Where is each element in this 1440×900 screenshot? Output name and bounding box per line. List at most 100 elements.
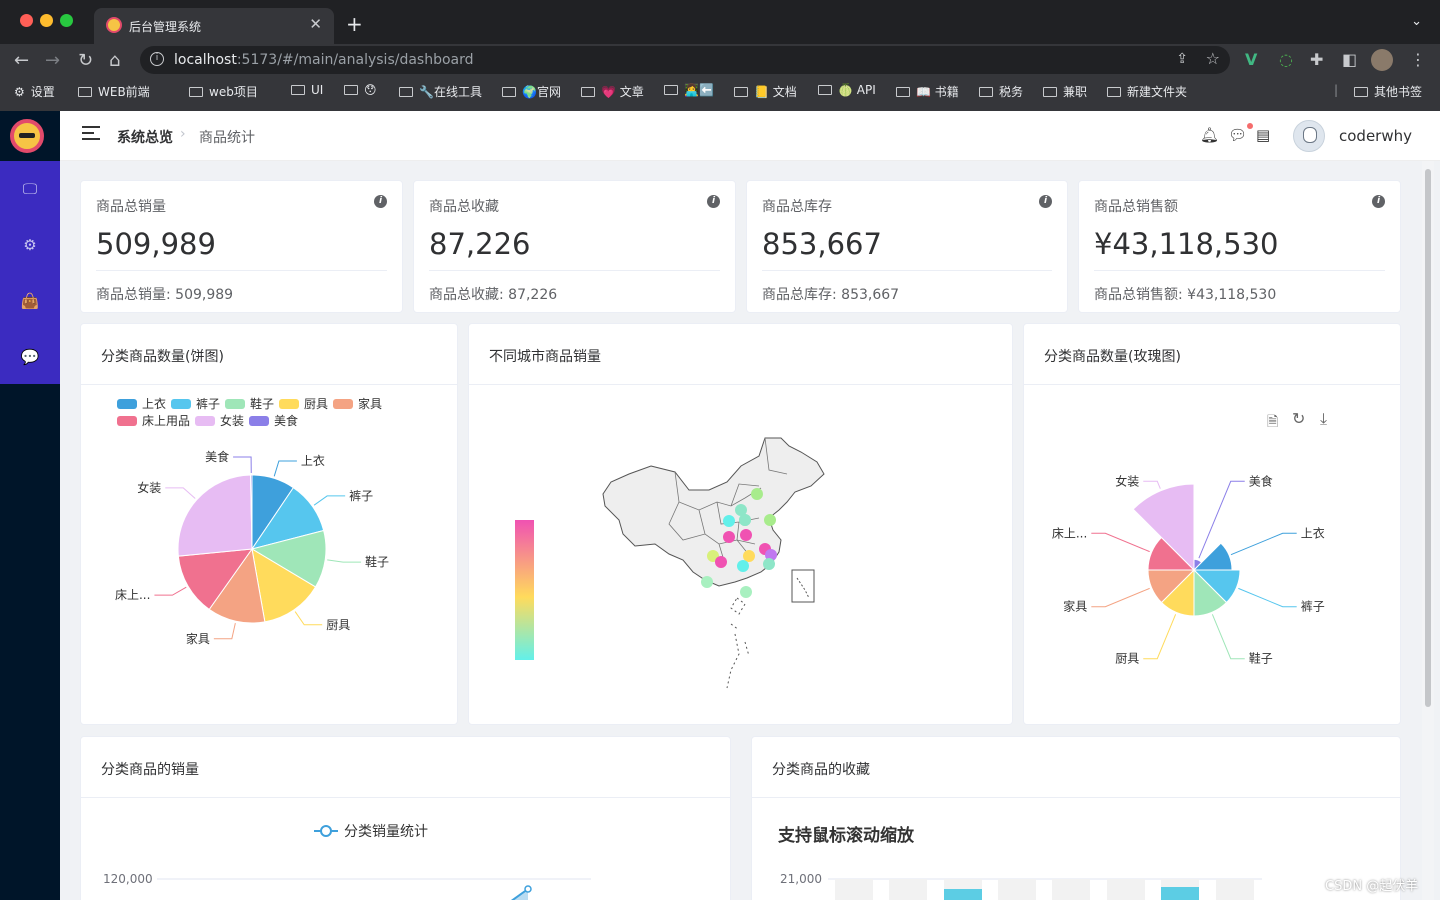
profile-avatar-icon[interactable]: [1371, 49, 1393, 71]
avatar[interactable]: [1293, 120, 1325, 152]
sidebar-item-overview[interactable]: 🖵: [0, 169, 60, 209]
bookmark-folder[interactable]: WEB前端: [78, 83, 150, 101]
reload-icon[interactable]: ↻: [78, 50, 93, 71]
city-point[interactable]: [743, 550, 755, 562]
bookmark-folder[interactable]: web项目: [189, 83, 258, 101]
slice-label[interactable]: 厨具: [1115, 652, 1139, 666]
city-point[interactable]: [740, 529, 752, 541]
bookmark-folder[interactable]: 新建文件夹: [1107, 83, 1187, 101]
city-point[interactable]: [740, 586, 752, 598]
message-card-icon[interactable]: ▤: [1256, 126, 1274, 144]
username[interactable]: coderwhy: [1339, 127, 1412, 145]
pie-slice[interactable]: [177, 474, 253, 557]
legend-label[interactable]: 分类销量统计: [344, 824, 428, 840]
sidebar-item-system[interactable]: ⚙: [0, 225, 60, 265]
breadcrumb-root[interactable]: 系统总览: [117, 127, 173, 147]
chat-bubble-icon[interactable]: 💬︎: [1228, 126, 1247, 144]
legend-item[interactable]: 女装: [195, 413, 244, 428]
bookmark-folder[interactable]: 🍈 API: [818, 83, 876, 101]
info-icon[interactable]: i: [1039, 195, 1052, 208]
city-point[interactable]: [751, 488, 763, 500]
city-point[interactable]: [739, 514, 751, 526]
slice-label[interactable]: 美食: [1249, 473, 1273, 488]
back-arrow-icon[interactable]: ←: [14, 50, 29, 71]
window-minimize-button[interactable]: [40, 14, 53, 27]
slice-label[interactable]: 鞋子: [365, 554, 389, 569]
sidebar-item-goods[interactable]: 👜: [0, 281, 60, 321]
line-chart[interactable]: 分类销量统计 120,000: [81, 807, 730, 900]
city-point[interactable]: [737, 560, 749, 572]
address-url[interactable]: localhost:5173/#/main/analysis/dashboard: [174, 52, 474, 68]
side-panel-icon[interactable]: ◧: [1342, 50, 1357, 69]
address-bar[interactable]: i localhost:5173/#/main/analysis/dashboa…: [140, 46, 1230, 74]
legend-item[interactable]: 床上用品: [117, 414, 190, 428]
scrollbar-thumb[interactable]: [1425, 169, 1431, 707]
vue-devtools-icon[interactable]: V: [1245, 50, 1257, 69]
bookmark-folder[interactable]: 税务: [979, 83, 1023, 101]
bar[interactable]: [944, 889, 982, 900]
slice-label[interactable]: 上衣: [1301, 525, 1325, 540]
legend-item[interactable]: 美食: [249, 413, 298, 428]
extension-refresh-icon[interactable]: ◌: [1279, 50, 1293, 69]
app-logo[interactable]: [10, 119, 44, 153]
new-tab-button[interactable]: +: [346, 12, 363, 36]
slice-label[interactable]: 床上...: [1052, 526, 1087, 540]
city-point[interactable]: [723, 515, 735, 527]
info-icon[interactable]: i: [707, 195, 720, 208]
slice-label[interactable]: 裤子: [349, 489, 373, 503]
bookmark-folder[interactable]: 💗 文章: [581, 83, 644, 101]
slice-label[interactable]: 鞋子: [1249, 651, 1273, 666]
bookmark-folder[interactable]: 📒 文档: [734, 83, 797, 101]
bookmark-folder[interactable]: UI: [291, 83, 323, 101]
content-scrollbar[interactable]: [1422, 161, 1434, 900]
bookmark-settings[interactable]: ⚙ 设置: [14, 83, 55, 101]
legend-item[interactable]: 鞋子: [225, 396, 274, 411]
info-icon[interactable]: i: [374, 195, 387, 208]
tab-close-icon[interactable]: ✕: [309, 15, 322, 33]
home-icon[interactable]: ⌂: [109, 50, 120, 71]
forward-arrow-icon[interactable]: →: [45, 50, 60, 71]
bookmark-folder[interactable]: 📖 书籍: [896, 83, 959, 101]
slice-label[interactable]: 上衣: [301, 453, 325, 468]
browser-menu-icon[interactable]: ⋮: [1410, 50, 1426, 69]
share-icon[interactable]: ⇪: [1176, 51, 1188, 67]
other-bookmarks[interactable]: 其他书签: [1354, 83, 1422, 101]
city-point[interactable]: [763, 558, 775, 570]
line-point[interactable]: [524, 885, 532, 893]
bar-chart[interactable]: 21,000: [752, 867, 1400, 900]
bookmark-folder[interactable]: 🔧在线工具: [399, 83, 482, 101]
bookmark-folder[interactable]: 👩‍💻⬅️: [664, 83, 714, 101]
tab-search-chevron-icon[interactable]: ⌄: [1411, 14, 1422, 29]
legend-marker-icon[interactable]: [320, 825, 332, 837]
bookmark-star-icon[interactable]: ☆: [1206, 49, 1220, 68]
slice-label[interactable]: 家具: [186, 631, 210, 646]
visual-map-bar[interactable]: [515, 520, 534, 660]
sidebar-item-story[interactable]: 💬: [0, 337, 60, 377]
bookmark-folder[interactable]: 🌍官网: [502, 83, 561, 101]
legend-item[interactable]: 厨具: [279, 397, 328, 411]
city-point[interactable]: [723, 531, 735, 543]
bell-icon[interactable]: 🔔︎: [1200, 126, 1219, 144]
slice-label[interactable]: 厨具: [326, 618, 350, 632]
site-info-icon[interactable]: i: [150, 52, 164, 66]
bookmark-folder[interactable]: 😯: [344, 83, 377, 101]
legend-item[interactable]: 家具: [333, 396, 382, 411]
browser-tab[interactable]: 后台管理系统 ✕: [94, 8, 334, 44]
rose-chart[interactable]: 美食上衣裤子鞋子 厨具 家具 床上... 女装: [1024, 394, 1400, 724]
city-point[interactable]: [764, 514, 776, 526]
menu-fold-icon[interactable]: [82, 126, 100, 140]
window-close-button[interactable]: [20, 14, 33, 27]
slice-label[interactable]: 裤子: [1301, 600, 1325, 614]
bookmark-folder[interactable]: 兼职: [1043, 83, 1087, 101]
slice-label[interactable]: 美食: [205, 449, 229, 464]
legend-item[interactable]: 上衣: [117, 396, 166, 411]
slice-label[interactable]: 女装: [1115, 473, 1139, 488]
slice-label[interactable]: 女装: [137, 480, 161, 495]
city-point[interactable]: [701, 576, 713, 588]
city-point[interactable]: [715, 556, 727, 568]
info-icon[interactable]: i: [1372, 195, 1385, 208]
bar[interactable]: [1161, 887, 1199, 900]
legend-item[interactable]: 裤子: [171, 397, 220, 411]
pie-chart[interactable]: 上衣 裤子 鞋子 厨具 家具床上用品 女装 美食上衣裤子鞋子厨具家具床上...女装美食: [81, 394, 457, 724]
china-map-chart[interactable]: [469, 394, 1012, 724]
